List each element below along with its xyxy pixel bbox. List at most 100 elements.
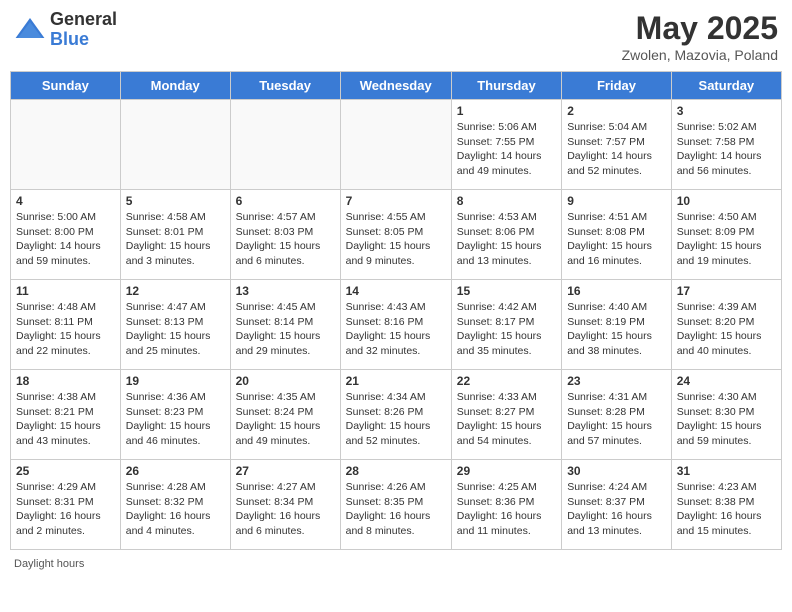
calendar-cell [340, 100, 451, 190]
daylight-label: Daylight hours [14, 558, 84, 570]
logo: General Blue [14, 10, 117, 50]
calendar-cell [120, 100, 230, 190]
day-number: 22 [457, 374, 556, 388]
day-number: 9 [567, 194, 666, 208]
day-info: Sunrise: 4:43 AM Sunset: 8:16 PM Dayligh… [346, 300, 446, 359]
day-number: 4 [16, 194, 115, 208]
page-header: General Blue May 2025 Zwolen, Mazovia, P… [10, 10, 782, 63]
day-number: 8 [457, 194, 556, 208]
calendar-cell: 27Sunrise: 4:27 AM Sunset: 8:34 PM Dayli… [230, 460, 340, 550]
day-info: Sunrise: 4:53 AM Sunset: 8:06 PM Dayligh… [457, 210, 556, 269]
day-info: Sunrise: 4:40 AM Sunset: 8:19 PM Dayligh… [567, 300, 666, 359]
day-number: 15 [457, 284, 556, 298]
day-number: 17 [677, 284, 776, 298]
week-row-4: 18 Sunrise: 4:38 AM Sunset: 8:21 PM Dayli… [11, 370, 782, 460]
day-info: Sunrise: 4:57 AM Sunset: 8:03 PM Dayligh… [236, 210, 335, 269]
calendar-cell: 20Sunrise: 4:35 AM Sunset: 8:24 PM Dayli… [230, 370, 340, 460]
day-info: Sunrise: 4:50 AM Sunset: 8:09 PM Dayligh… [677, 210, 776, 269]
calendar-cell: 12 Sunrise: 4:47 AM Sunset: 8:13 PM Dayli… [120, 280, 230, 370]
week-row-2: 4 Sunrise: 5:00 AM Sunset: 8:00 PM Daylig… [11, 190, 782, 280]
day-number: 5 [126, 194, 225, 208]
day-info: Sunrise: 4:51 AM Sunset: 8:08 PM Dayligh… [567, 210, 666, 269]
calendar-cell: 30 Sunrise: 4:24 AM Sunset: 8:37 PM Dayli… [562, 460, 672, 550]
calendar-cell: 14 Sunrise: 4:43 AM Sunset: 8:16 PM Dayli… [340, 280, 451, 370]
day-number: 26 [126, 464, 225, 478]
day-number: 23 [567, 374, 666, 388]
day-info: Sunrise: 4:39 AM Sunset: 8:20 PM Dayligh… [677, 300, 776, 359]
day-number: 29 [457, 464, 556, 478]
calendar-cell: 3Sunrise: 5:02 AM Sunset: 7:58 PM Daylig… [671, 100, 781, 190]
day-info: Sunrise: 5:04 AM Sunset: 7:57 PM Dayligh… [567, 120, 666, 179]
day-number: 31 [677, 464, 776, 478]
day-info: Sunrise: 4:26 AM Sunset: 8:35 PM Dayligh… [346, 480, 446, 539]
day-number: 18 [16, 374, 115, 388]
day-number: 12 [126, 284, 225, 298]
calendar-cell: 6 Sunrise: 4:57 AM Sunset: 8:03 PM Daylig… [230, 190, 340, 280]
day-info: Sunrise: 4:24 AM Sunset: 8:37 PM Dayligh… [567, 480, 666, 539]
day-info: Sunrise: 4:23 AM Sunset: 8:38 PM Dayligh… [677, 480, 776, 539]
calendar-cell: 19 Sunrise: 4:36 AM Sunset: 8:23 PM Dayli… [120, 370, 230, 460]
day-info: Sunrise: 4:31 AM Sunset: 8:28 PM Dayligh… [567, 390, 666, 449]
day-info: Sunrise: 4:42 AM Sunset: 8:17 PM Dayligh… [457, 300, 556, 359]
calendar-cell: 2 Sunrise: 5:04 AM Sunset: 7:57 PM Daylig… [562, 100, 672, 190]
day-info: Sunrise: 4:30 AM Sunset: 8:30 PM Dayligh… [677, 390, 776, 449]
day-info: Sunrise: 4:55 AM Sunset: 8:05 PM Dayligh… [346, 210, 446, 269]
calendar-cell: 18 Sunrise: 4:38 AM Sunset: 8:21 PM Dayli… [11, 370, 121, 460]
week-row-3: 11Sunrise: 4:48 AM Sunset: 8:11 PM Dayli… [11, 280, 782, 370]
col-header-saturday: Saturday [671, 72, 781, 100]
week-row-5: 25Sunrise: 4:29 AM Sunset: 8:31 PM Dayli… [11, 460, 782, 550]
day-info: Sunrise: 4:33 AM Sunset: 8:27 PM Dayligh… [457, 390, 556, 449]
day-info: Sunrise: 4:27 AM Sunset: 8:34 PM Dayligh… [236, 480, 335, 539]
day-info: Sunrise: 5:06 AM Sunset: 7:55 PM Dayligh… [457, 120, 556, 179]
day-number: 7 [346, 194, 446, 208]
day-number: 10 [677, 194, 776, 208]
day-number: 20 [236, 374, 335, 388]
calendar-cell: 28Sunrise: 4:26 AM Sunset: 8:35 PM Dayli… [340, 460, 451, 550]
day-number: 2 [567, 104, 666, 118]
day-info: Sunrise: 4:45 AM Sunset: 8:14 PM Dayligh… [236, 300, 335, 359]
col-header-tuesday: Tuesday [230, 72, 340, 100]
day-info: Sunrise: 4:48 AM Sunset: 8:11 PM Dayligh… [16, 300, 115, 359]
week-row-1: 1 Sunrise: 5:06 AM Sunset: 7:55 PM Daylig… [11, 100, 782, 190]
day-number: 1 [457, 104, 556, 118]
footer: Daylight hours [10, 558, 782, 570]
calendar-cell: 9 Sunrise: 4:51 AM Sunset: 8:08 PM Daylig… [562, 190, 672, 280]
day-number: 14 [346, 284, 446, 298]
col-header-thursday: Thursday [451, 72, 561, 100]
col-header-sunday: Sunday [11, 72, 121, 100]
day-number: 13 [236, 284, 335, 298]
calendar-cell: 31 Sunrise: 4:23 AM Sunset: 8:38 PM Dayli… [671, 460, 781, 550]
calendar-cell: 11Sunrise: 4:48 AM Sunset: 8:11 PM Dayli… [11, 280, 121, 370]
calendar-cell: 25Sunrise: 4:29 AM Sunset: 8:31 PM Dayli… [11, 460, 121, 550]
calendar-cell: 1 Sunrise: 5:06 AM Sunset: 7:55 PM Daylig… [451, 100, 561, 190]
day-number: 16 [567, 284, 666, 298]
calendar-cell: 16 Sunrise: 4:40 AM Sunset: 8:19 PM Dayli… [562, 280, 672, 370]
day-number: 6 [236, 194, 335, 208]
calendar-cell: 23 Sunrise: 4:31 AM Sunset: 8:28 PM Dayli… [562, 370, 672, 460]
day-info: Sunrise: 4:47 AM Sunset: 8:13 PM Dayligh… [126, 300, 225, 359]
calendar-cell: 21Sunrise: 4:34 AM Sunset: 8:26 PM Dayli… [340, 370, 451, 460]
calendar-cell: 13 Sunrise: 4:45 AM Sunset: 8:14 PM Dayli… [230, 280, 340, 370]
calendar-header-row: SundayMondayTuesdayWednesdayThursdayFrid… [11, 72, 782, 100]
calendar-cell: 5 Sunrise: 4:58 AM Sunset: 8:01 PM Daylig… [120, 190, 230, 280]
calendar-cell: 10 Sunrise: 4:50 AM Sunset: 8:09 PM Dayli… [671, 190, 781, 280]
day-info: Sunrise: 4:36 AM Sunset: 8:23 PM Dayligh… [126, 390, 225, 449]
logo-general-text: General [50, 10, 117, 30]
calendar-cell: 15 Sunrise: 4:42 AM Sunset: 8:17 PM Dayli… [451, 280, 561, 370]
day-info: Sunrise: 4:58 AM Sunset: 8:01 PM Dayligh… [126, 210, 225, 269]
calendar-cell: 4 Sunrise: 5:00 AM Sunset: 8:00 PM Daylig… [11, 190, 121, 280]
col-header-wednesday: Wednesday [340, 72, 451, 100]
logo-blue-text: Blue [50, 30, 117, 50]
calendar-cell [11, 100, 121, 190]
day-info: Sunrise: 4:28 AM Sunset: 8:32 PM Dayligh… [126, 480, 225, 539]
day-info: Sunrise: 4:25 AM Sunset: 8:36 PM Dayligh… [457, 480, 556, 539]
day-number: 19 [126, 374, 225, 388]
day-number: 3 [677, 104, 776, 118]
logo-icon [14, 14, 46, 46]
day-info: Sunrise: 5:00 AM Sunset: 8:00 PM Dayligh… [16, 210, 115, 269]
day-info: Sunrise: 4:38 AM Sunset: 8:21 PM Dayligh… [16, 390, 115, 449]
day-number: 24 [677, 374, 776, 388]
day-number: 30 [567, 464, 666, 478]
calendar-cell [230, 100, 340, 190]
col-header-monday: Monday [120, 72, 230, 100]
